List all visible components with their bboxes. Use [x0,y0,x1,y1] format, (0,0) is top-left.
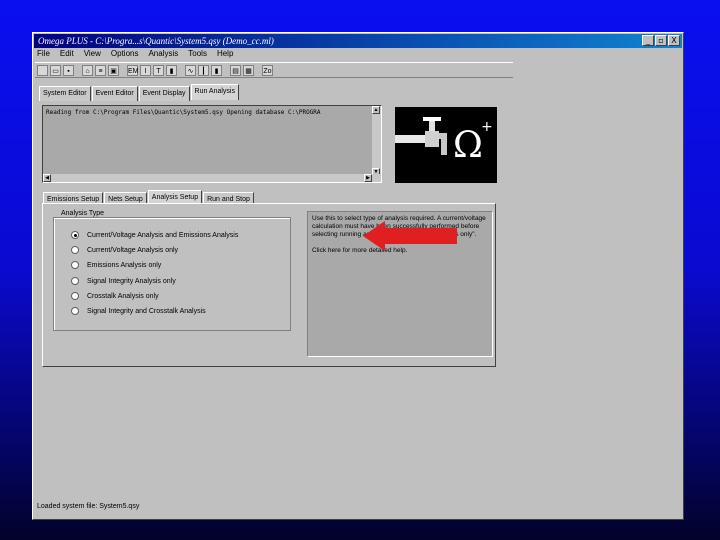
console-text: Reading from C:\Program Files\Quantic\Sy… [46,109,321,116]
menu-bar: File Edit View Options Analysis Tools He… [35,49,233,61]
meter-icon[interactable]: ┃ [198,64,209,76]
radio-label: Signal Integrity Analysis only [87,277,176,285]
chart-icon[interactable]: ≡ [95,64,106,76]
radio-button[interactable] [71,231,79,239]
toolbar: ▭ ▪ ⌂ ≡ ▣ EM I T ▮ ∿ ┃ ▮ ▤ ▦ Zo [35,62,513,78]
svg-text:Ω: Ω [453,125,483,166]
svg-text:+: + [481,119,493,135]
gauge-icon[interactable]: ▮ [211,64,222,76]
main-tabs: System Editor Event Editor Event Display… [39,84,239,101]
new-file-icon[interactable] [37,64,48,76]
tab-system-editor[interactable]: System Editor [39,86,91,101]
radio-button[interactable] [71,292,79,300]
omega-logo: Ω + [395,107,497,183]
em-icon[interactable]: EM [127,64,139,76]
radio-option[interactable]: Signal Integrity Analysis only [71,277,176,285]
wave-icon[interactable]: ∿ [185,64,196,76]
menu-help[interactable]: Help [217,49,233,61]
radio-option[interactable]: Current/Voltage Analysis only [71,246,178,254]
radio-label: Signal Integrity and Crosstalk Analysis [87,307,206,315]
radio-label: Current/Voltage Analysis and Emissions A… [87,231,239,239]
analysis-type-title: Analysis Type [59,210,107,217]
trash-icon[interactable]: ▣ [108,64,119,76]
radio-option[interactable]: Current/Voltage Analysis and Emissions A… [71,231,238,239]
menu-analysis[interactable]: Analysis [148,49,178,61]
save-icon[interactable]: ▪ [63,64,74,76]
t-icon[interactable]: T [153,64,164,76]
menu-file[interactable]: File [37,49,50,61]
tab-event-editor[interactable]: Event Editor [91,86,138,101]
minimize-button[interactable]: _ [642,35,654,46]
radio-label: Emissions Analysis only [87,261,162,269]
horizontal-scrollbar[interactable]: ◀ ▶ [43,174,381,182]
menu-tools[interactable]: Tools [188,49,207,61]
red-arrow-icon [363,221,457,251]
status-bar: Loaded system file: System5.qsy [37,503,140,510]
title-bar: Omega PLUS - C:\Progra...s\Quantic\Syste… [34,34,682,48]
print-icon[interactable]: ▤ [230,64,241,76]
window-title: Omega PLUS - C:\Progra...s\Quantic\Syste… [38,36,274,46]
scroll-up-icon[interactable]: ▲ [372,106,380,114]
radio-button[interactable] [71,307,79,315]
app-window: Omega PLUS - C:\Progra...s\Quantic\Syste… [32,32,684,520]
tab-event-display[interactable]: Event Display [138,86,190,101]
scroll-right-icon[interactable]: ▶ [364,174,372,182]
radio-label: Current/Voltage Analysis only [87,246,179,254]
zoom-icon[interactable]: Zo [262,64,273,76]
bars-icon[interactable]: ▮ [166,64,177,76]
radio-option[interactable]: Signal Integrity and Crosstalk Analysis [71,307,206,315]
open-folder-icon[interactable]: ▭ [50,64,61,76]
console-output[interactable]: Reading from C:\Program Files\Quantic\Sy… [42,105,382,183]
menu-edit[interactable]: Edit [60,49,74,61]
faucet-omega-icon: Ω + [395,117,493,166]
i-icon[interactable]: I [140,64,151,76]
faucet-icon[interactable]: ⌂ [82,64,93,76]
scroll-left-icon[interactable]: ◀ [43,174,51,182]
close-button[interactable]: X [668,35,680,46]
radio-option[interactable]: Emissions Analysis only [71,261,161,269]
menu-view[interactable]: View [84,49,101,61]
radio-button[interactable] [71,277,79,285]
maximize-button[interactable]: ▫ [655,35,667,46]
vertical-scrollbar[interactable]: ▲ ▼ [372,106,381,176]
radio-label: Crosstalk Analysis only [87,292,159,300]
preview-icon[interactable]: ▦ [243,64,254,76]
menu-options[interactable]: Options [111,49,139,61]
radio-button[interactable] [71,246,79,254]
radio-button[interactable] [71,261,79,269]
tab-run-analysis[interactable]: Run Analysis [190,84,239,100]
radio-option[interactable]: Crosstalk Analysis only [71,292,159,300]
